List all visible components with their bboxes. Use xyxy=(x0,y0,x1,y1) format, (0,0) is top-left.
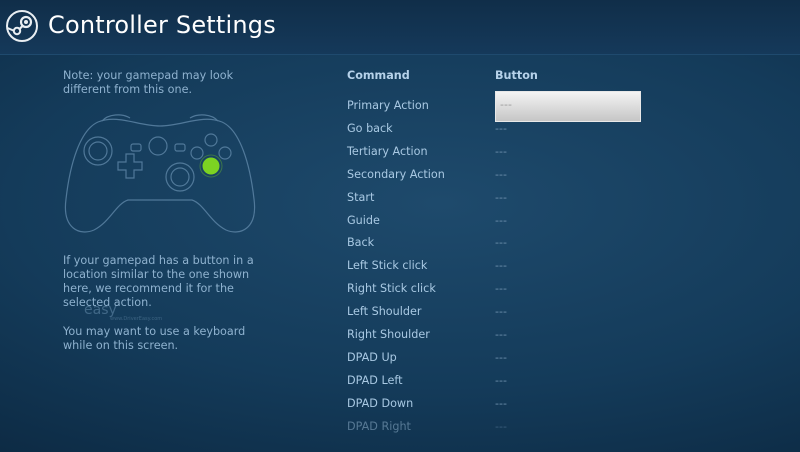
command-row[interactable]: DPAD Down --- xyxy=(347,394,647,416)
button-binding-value[interactable]: --- xyxy=(495,145,507,158)
command-label: Secondary Action xyxy=(347,167,445,181)
gamepad-note: Note: your gamepad may look different fr… xyxy=(63,69,234,96)
command-label: Start xyxy=(347,190,375,204)
command-label: Primary Action xyxy=(347,99,429,112)
command-label: DPAD Left xyxy=(347,373,403,387)
command-label: DPAD Down xyxy=(347,396,414,410)
command-row[interactable]: Primary Action --- xyxy=(347,91,647,122)
command-label: Go back xyxy=(347,121,393,135)
button-binding-value[interactable]: --- xyxy=(495,420,507,433)
command-row[interactable]: Guide --- xyxy=(347,211,647,233)
button-binding-field[interactable]: --- xyxy=(495,91,641,122)
keyboard-note: You may want to use a keyboard while on … xyxy=(63,325,246,352)
command-label: Left Shoulder xyxy=(347,305,422,319)
command-label: Guide xyxy=(347,213,380,227)
button-binding-value[interactable]: --- xyxy=(495,282,507,295)
command-row[interactable]: DPAD Right --- xyxy=(347,417,647,439)
primary-action-highlight xyxy=(202,157,220,175)
button-binding-value[interactable]: --- xyxy=(495,351,507,364)
button-binding-value[interactable]: --- xyxy=(495,328,507,341)
command-row[interactable]: Back --- xyxy=(347,233,647,255)
command-label: Left Stick click xyxy=(347,259,428,273)
command-label: Tertiary Action xyxy=(347,144,428,158)
command-row[interactable]: Go back --- xyxy=(347,119,647,141)
command-row[interactable]: Right Shoulder --- xyxy=(347,325,647,347)
command-label: Back xyxy=(347,236,375,250)
button-binding-value[interactable]: --- xyxy=(495,191,507,204)
command-row[interactable]: DPAD Up --- xyxy=(347,348,647,370)
steam-logo-icon xyxy=(6,10,38,42)
button-binding-value[interactable]: --- xyxy=(495,374,507,387)
command-row[interactable]: Secondary Action --- xyxy=(347,165,647,187)
button-binding-value[interactable]: --- xyxy=(495,305,507,318)
command-row[interactable]: Left Shoulder --- xyxy=(347,302,647,324)
button-binding-value[interactable]: --- xyxy=(495,397,507,410)
command-row[interactable]: Start --- xyxy=(347,188,647,210)
button-binding-value[interactable]: --- xyxy=(495,168,507,181)
column-header-button: Button xyxy=(495,69,538,82)
command-row[interactable]: DPAD Left --- xyxy=(347,371,647,393)
command-label: DPAD Right xyxy=(347,419,411,433)
command-label: Right Shoulder xyxy=(347,328,430,341)
button-binding-value: --- xyxy=(500,98,512,111)
command-row[interactable]: Left Stick click --- xyxy=(347,256,647,278)
watermark-url: www.DriverEasy.com xyxy=(110,316,163,322)
header-bar: Controller Settings xyxy=(0,0,800,55)
command-row[interactable]: Right Stick click --- xyxy=(347,279,647,301)
button-binding-value[interactable]: --- xyxy=(495,214,507,227)
gamepad-diagram-icon xyxy=(64,114,256,233)
button-binding-value[interactable]: --- xyxy=(495,122,507,135)
column-header-command: Command xyxy=(347,69,410,82)
command-row[interactable]: Tertiary Action --- xyxy=(347,142,647,164)
button-binding-value[interactable]: --- xyxy=(495,236,507,249)
command-label: DPAD Up xyxy=(347,350,397,364)
page-title: Controller Settings xyxy=(48,11,276,39)
button-binding-value[interactable]: --- xyxy=(495,259,507,272)
command-label: Right Stick click xyxy=(347,282,436,296)
